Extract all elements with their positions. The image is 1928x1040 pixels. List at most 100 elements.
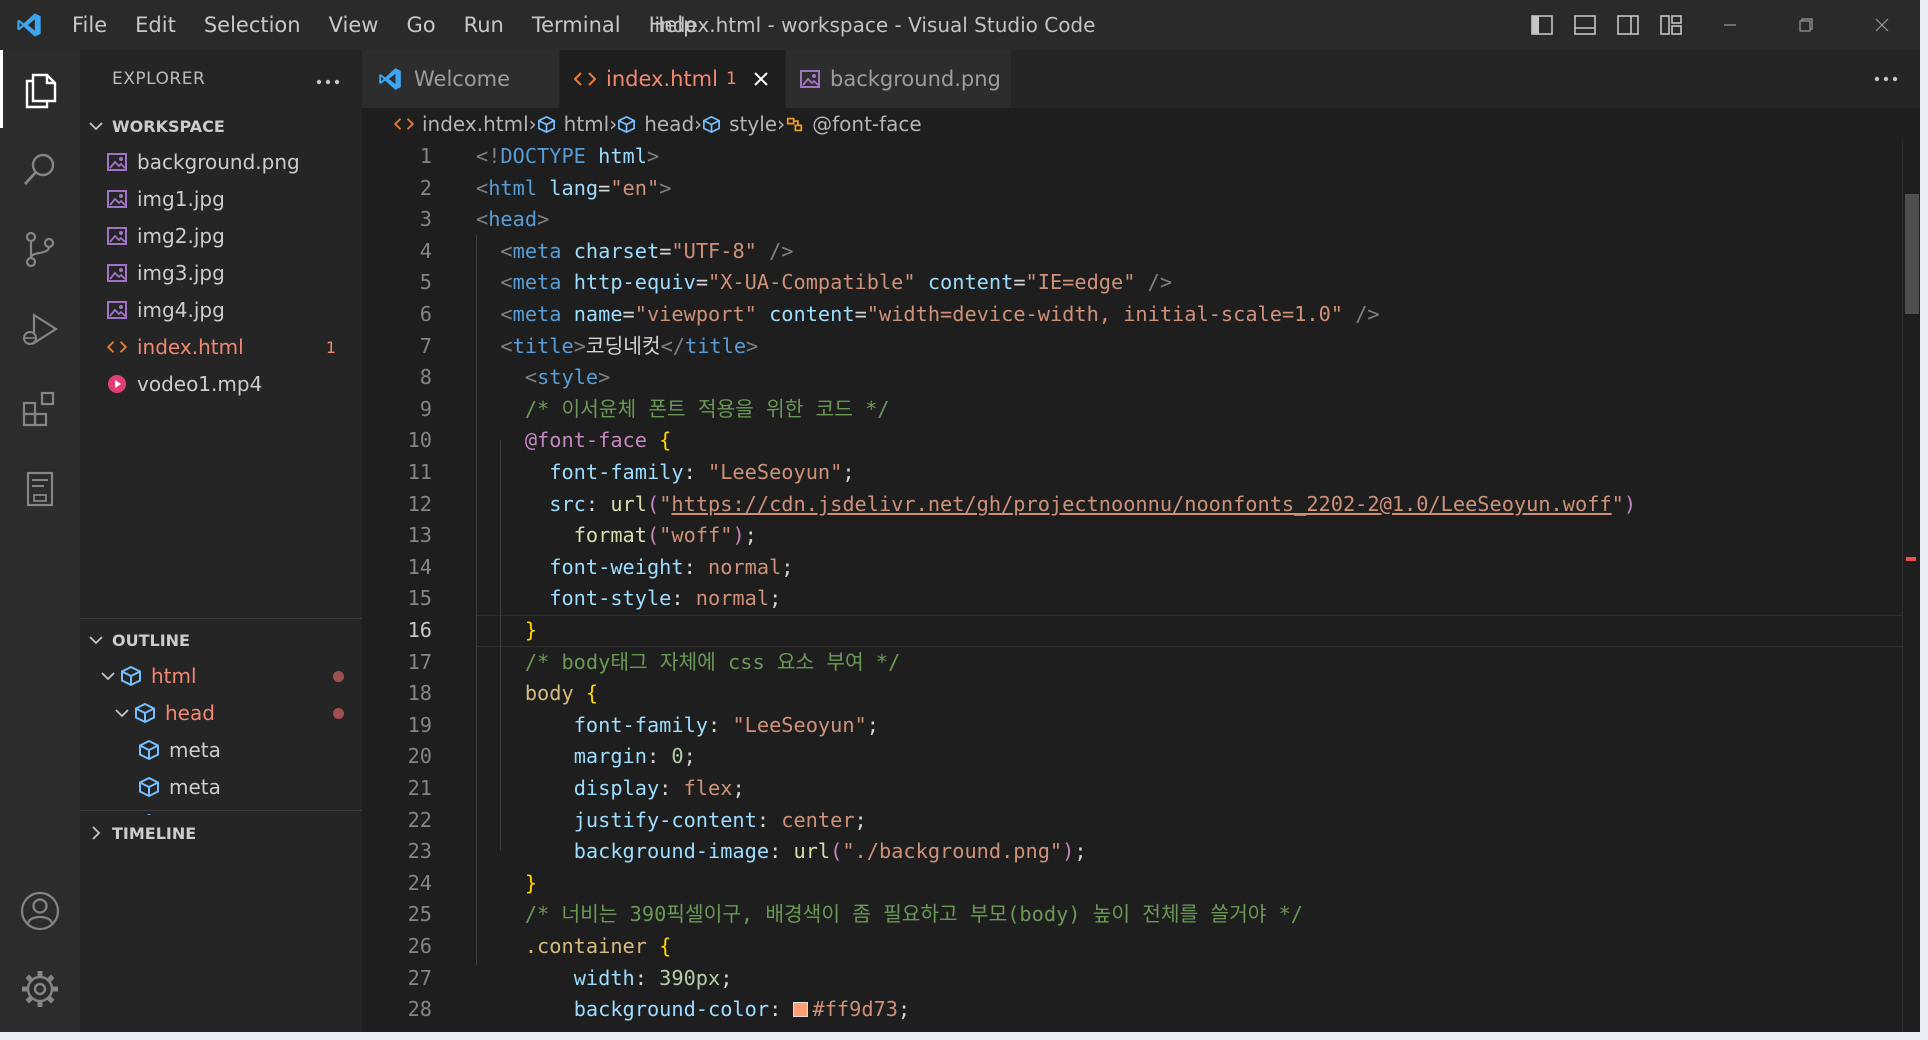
code-token: /> <box>756 238 794 263</box>
code-line: 12 src: url("https://cdn.jsdelivr.net/gh… <box>362 489 1902 521</box>
video-file-icon <box>106 373 128 395</box>
menu-go[interactable]: Go <box>392 0 449 50</box>
file-name: vodeo1.mp4 <box>137 372 263 396</box>
run-debug-icon[interactable] <box>0 290 80 368</box>
code-token: <! <box>476 144 501 168</box>
layout-controls <box>1520 0 1692 50</box>
breadcrumb-item[interactable]: head <box>617 112 694 136</box>
close-tab-icon[interactable] <box>753 69 769 89</box>
outline-item[interactable]: html <box>80 658 362 694</box>
window-title: index.html - workspace - Visual Studio C… <box>654 13 1096 37</box>
code-token: charset <box>573 238 660 263</box>
extensions-icon[interactable] <box>0 370 80 448</box>
code-text: } <box>476 868 537 900</box>
search-icon[interactable] <box>0 130 80 208</box>
html-file-icon <box>106 336 128 358</box>
outline-name: meta <box>169 775 221 799</box>
code-token: #ff9d73 <box>812 997 898 1022</box>
tab-label: index.html <box>606 67 718 91</box>
breadcrumb-item[interactable]: index.html <box>394 112 529 136</box>
file-item[interactable]: img1.jpg <box>80 181 362 217</box>
code-token: @font-face <box>524 428 647 453</box>
file-name: img3.jpg <box>137 261 225 285</box>
scrollbar-thumb[interactable] <box>1905 194 1919 314</box>
code-token: format <box>573 523 647 548</box>
line-number: 2 <box>419 175 432 200</box>
tab-background-png[interactable]: background.png <box>786 50 1012 108</box>
code-token: { <box>659 934 672 958</box>
outline-section-header[interactable]: OUTLINE <box>80 622 362 658</box>
menu-edit[interactable]: Edit <box>121 0 190 50</box>
line-number: 16 <box>407 618 432 642</box>
outline-item[interactable]: meta <box>80 769 362 805</box>
color-swatch[interactable] <box>793 1002 809 1018</box>
restore-icon[interactable] <box>1768 0 1844 50</box>
toggle-panel-icon[interactable] <box>1563 0 1606 50</box>
manage-gear-icon[interactable] <box>0 950 80 1028</box>
minimize-icon[interactable] <box>1692 0 1768 50</box>
code-token: ) <box>732 523 745 548</box>
chevron-down-icon[interactable] <box>110 708 134 718</box>
line-number: 7 <box>419 333 432 358</box>
breadcrumb-item[interactable]: style <box>702 112 777 136</box>
chevron-down-icon[interactable] <box>96 671 120 681</box>
code-token: "en" <box>610 175 660 200</box>
error-overview-marker <box>1906 557 1916 561</box>
customize-layout-icon[interactable] <box>1649 0 1692 50</box>
element-icon <box>138 739 160 761</box>
workspace-section-header[interactable]: WORKSPACE <box>80 108 362 144</box>
code-token: ; <box>732 776 745 800</box>
code-token: </ <box>660 333 685 358</box>
tab-welcome[interactable]: Welcome <box>362 50 560 108</box>
file-item[interactable]: img4.jpg <box>80 292 362 328</box>
line-number: 24 <box>407 870 432 895</box>
toggle-secondary-sidebar-icon[interactable] <box>1606 0 1649 50</box>
outline-item[interactable]: head <box>80 695 362 731</box>
line-number: 17 <box>407 649 432 674</box>
code-token: /* 이서윤체 폰트 적용을 위한 코드 */ <box>524 396 890 421</box>
chevron-right-icon: › <box>694 112 703 136</box>
outline-name: html <box>151 664 197 688</box>
outline-item[interactable]: meta <box>80 732 362 768</box>
code-line: 16 } <box>362 615 1902 647</box>
code-token: title <box>512 333 574 358</box>
toggle-primary-sidebar-icon[interactable] <box>1520 0 1563 50</box>
file-item[interactable]: vodeo1.mp4 <box>80 366 362 402</box>
file-item[interactable]: img3.jpg <box>80 255 362 291</box>
line-number: 18 <box>407 681 432 706</box>
code-token: 390px <box>659 965 721 990</box>
timeline-section-header[interactable]: TIMELINE <box>80 815 362 851</box>
accounts-icon[interactable] <box>0 872 80 950</box>
remote-explorer-icon[interactable] <box>0 450 80 528</box>
chevron-down-icon <box>80 635 112 645</box>
code-token: ; <box>769 586 782 611</box>
file-item[interactable]: img2.jpg <box>80 218 362 254</box>
tab-index-html[interactable]: index.html 1 <box>560 50 786 108</box>
code-token: "IE=edge" <box>1025 270 1136 295</box>
more-actions-icon[interactable] <box>316 70 340 89</box>
code-token: src <box>549 491 586 516</box>
menu-selection[interactable]: Selection <box>190 0 315 50</box>
code-editor[interactable]: 1 <!DOCTYPE html> 2 <html lang="en"> 3 <head>… <box>362 140 1902 1032</box>
code-token: http-equiv <box>573 270 696 295</box>
breadcrumb-item[interactable]: html <box>537 112 609 136</box>
code-token: : <box>683 460 709 484</box>
editor-more-actions-icon[interactable] <box>1874 50 1898 108</box>
close-window-icon[interactable] <box>1844 0 1920 50</box>
explorer-icon[interactable] <box>0 50 80 128</box>
line-number: 12 <box>407 491 432 516</box>
code-text: src: url("https://cdn.jsdelivr.net/gh/pr… <box>476 489 1636 521</box>
breadcrumb-item[interactable]: @font-face <box>785 112 922 136</box>
vertical-scrollbar[interactable] <box>1902 140 1920 1032</box>
file-name: img2.jpg <box>137 224 225 248</box>
file-item[interactable]: index.html 1 <box>80 329 362 365</box>
menu-view[interactable]: View <box>315 0 393 50</box>
menu-file[interactable]: File <box>58 0 121 50</box>
file-item[interactable]: background.png <box>80 144 362 180</box>
source-control-icon[interactable] <box>0 210 80 288</box>
